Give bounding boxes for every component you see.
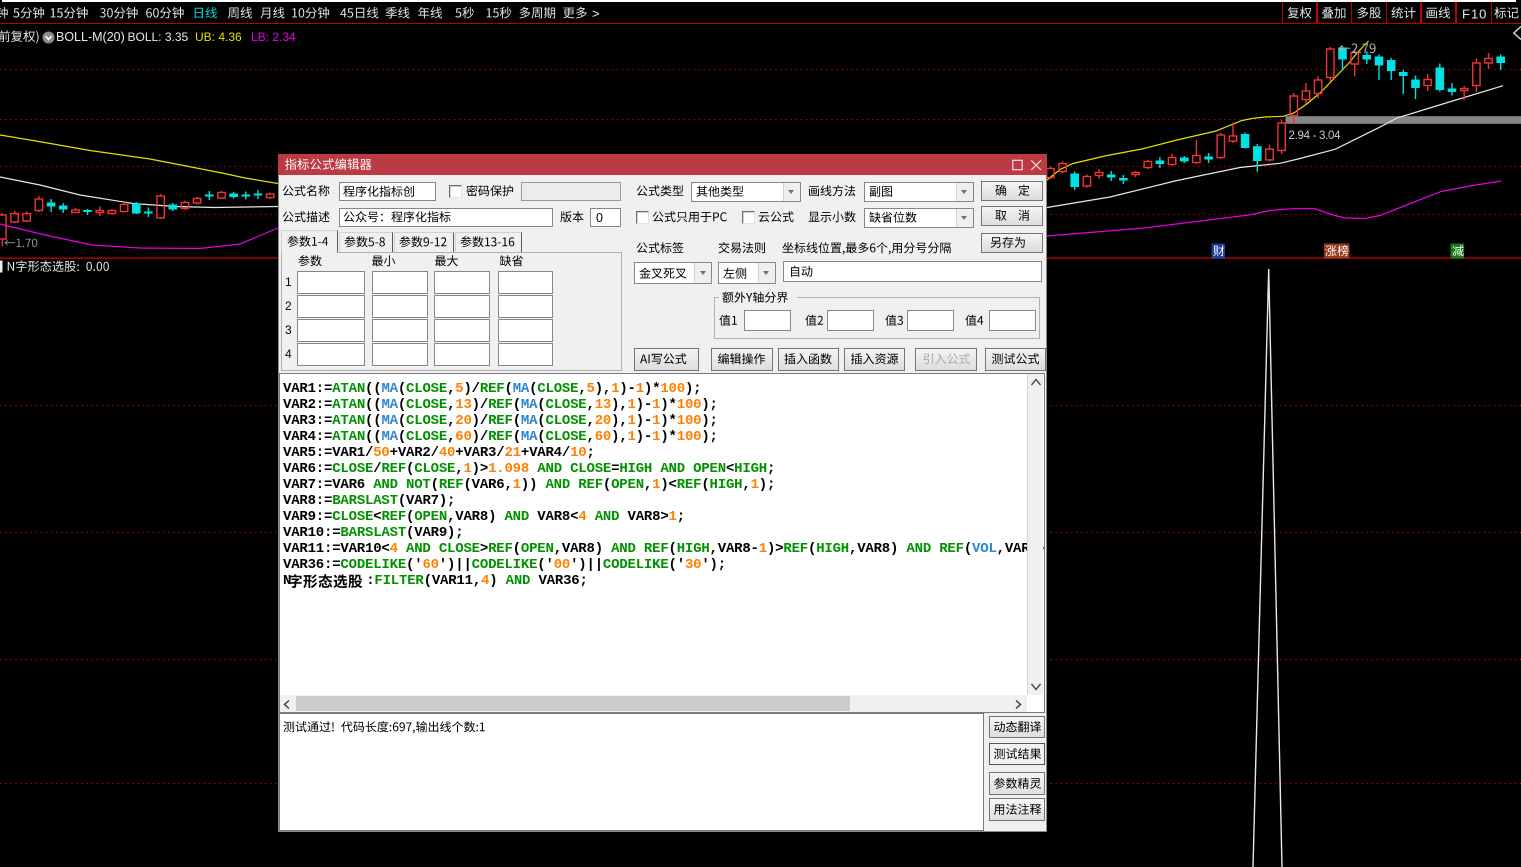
svg-text:BOLL-M(20): BOLL-M(20) — [56, 30, 125, 44]
svg-text:UB: 4.36: UB: 4.36 — [195, 30, 242, 44]
svg-text:F10: F10 — [1462, 7, 1487, 22]
svg-text:BOLL: 3.35: BOLL: 3.35 — [128, 30, 189, 44]
svg-text:LB: 2.34: LB: 2.34 — [251, 30, 296, 44]
svg-text:>: > — [592, 6, 600, 21]
svg-text:2.94 - 3.04: 2.94 - 3.04 — [1289, 130, 1342, 142]
